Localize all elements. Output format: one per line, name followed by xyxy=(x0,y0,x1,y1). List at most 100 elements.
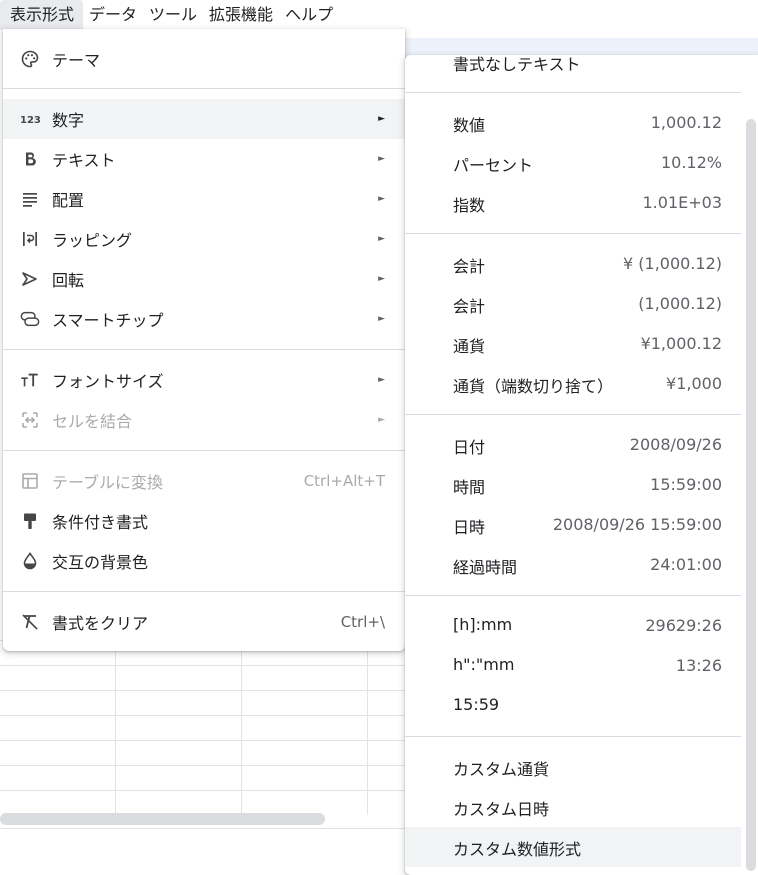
submenu-arrow-icon: ► xyxy=(378,154,385,164)
submenu-divider xyxy=(405,414,741,415)
menu-item-label: テーマ xyxy=(52,51,101,70)
number-123-icon: 123 xyxy=(20,109,40,129)
menu-data[interactable]: データ xyxy=(83,0,143,30)
menu-item-shortcut: Ctrl+Alt+T xyxy=(303,472,385,490)
submenu-item-time[interactable]: 時間 15:59:00 xyxy=(405,465,741,505)
palette-icon xyxy=(20,49,40,69)
submenu-item-label: 時間 xyxy=(453,478,486,497)
submenu-item-example: ¥1,000.12 xyxy=(640,334,722,353)
submenu-item-time-short[interactable]: 15:59 xyxy=(405,686,741,726)
submenu-item-plain-text[interactable]: 書式なしテキスト xyxy=(405,55,741,82)
menu-item-number[interactable]: 123 数字 ► xyxy=(3,99,405,139)
submenu-item-currency-rounded[interactable]: 通貨（端数切り捨て） ¥1,000 xyxy=(405,364,741,404)
submenu-item-label: カスタム通貨 xyxy=(453,760,550,779)
submenu-item-hours-minutes[interactable]: [h]:mm 29629:26 xyxy=(405,606,741,646)
menu-item-font-size[interactable]: フォントサイズ ► xyxy=(3,360,405,400)
submenu-item-label: パーセント xyxy=(453,156,534,175)
menu-tools[interactable]: ツール xyxy=(143,0,203,30)
menu-divider xyxy=(3,591,405,592)
menu-item-label: ラッピング xyxy=(52,231,133,250)
submenu-scrollbar[interactable] xyxy=(746,119,756,871)
submenu-item-financial[interactable]: 会計 (1,000.12) xyxy=(405,284,741,324)
submenu-item-example: 29629:26 xyxy=(645,616,722,635)
submenu-item-number[interactable]: 数値 1,000.12 xyxy=(405,103,741,143)
submenu-item-currency[interactable]: 通貨 ¥1,000.12 xyxy=(405,324,741,364)
clear-format-icon xyxy=(20,612,40,632)
text-rotate-icon xyxy=(20,269,40,289)
submenu-item-label: 経過時間 xyxy=(453,558,518,577)
submenu-item-percent[interactable]: パーセント 10.12% xyxy=(405,143,741,183)
submenu-arrow-icon: ► xyxy=(378,314,385,324)
submenu-item-datetime[interactable]: 日時 2008/09/26 15:59:00 xyxy=(405,505,741,545)
submenu-item-scientific[interactable]: 指数 1.01E+03 xyxy=(405,183,741,223)
submenu-item-label: 日付 xyxy=(453,438,486,457)
menu-item-rotation[interactable]: 回転 ► xyxy=(3,259,405,299)
menu-item-smart-chips[interactable]: スマートチップ ► xyxy=(3,299,405,339)
menu-format[interactable]: 表示形式 xyxy=(0,0,84,30)
submenu-item-custom-datetime[interactable]: カスタム日時 xyxy=(405,787,741,827)
submenu-item-label: 指数 xyxy=(453,196,486,215)
submenu-item-label: 15:59 xyxy=(453,695,500,714)
submenu-item-label: h":"mm xyxy=(453,655,515,674)
menu-item-label: 数字 xyxy=(52,111,85,130)
menu-item-alignment[interactable]: 配置 ► xyxy=(3,179,405,219)
submenu-item-label: 数値 xyxy=(453,116,486,135)
submenu-divider xyxy=(405,736,741,737)
bold-icon xyxy=(20,149,40,169)
submenu-item-duration[interactable]: 経過時間 24:01:00 xyxy=(405,545,741,585)
submenu-item-accounting[interactable]: 会計 ¥ (1,000.12) xyxy=(405,244,741,284)
menu-item-label: 回転 xyxy=(52,271,85,290)
submenu-item-label: カスタム日時 xyxy=(453,800,550,819)
submenu-item-example: ¥ (1,000.12) xyxy=(623,254,722,273)
submenu-item-hour-minute-literal[interactable]: h":"mm 13:26 xyxy=(405,646,741,686)
submenu-item-example: 1.01E+03 xyxy=(642,193,723,212)
paint-roller-icon xyxy=(20,511,40,531)
format-menu: テーマ 123 数字 ► テキスト ► 配置 ► ラッピング ► 回転 ► スマ… xyxy=(3,29,405,651)
submenu-item-example: ¥1,000 xyxy=(666,374,722,393)
menu-divider xyxy=(3,450,405,451)
submenu-item-label: 通貨 xyxy=(453,337,486,356)
menu-item-label: フォントサイズ xyxy=(52,372,164,391)
submenu-item-label: 会計 xyxy=(453,297,486,316)
submenu-divider xyxy=(405,233,741,234)
submenu-divider xyxy=(405,92,741,93)
submenu-arrow-icon: ► xyxy=(378,194,385,204)
submenu-item-label: [h]:mm xyxy=(453,615,513,634)
horizontal-scrollbar[interactable] xyxy=(0,813,325,825)
menu-item-wrapping[interactable]: ラッピング ► xyxy=(3,219,405,259)
submenu-item-label: 通貨（端数切り捨て） xyxy=(453,377,614,396)
submenu-item-example: 24:01:00 xyxy=(650,555,722,574)
svg-text:123: 123 xyxy=(20,115,40,126)
submenu-item-custom-number-format[interactable]: カスタム数値形式 xyxy=(405,827,741,867)
font-size-icon xyxy=(20,370,40,390)
menu-item-label: 書式をクリア xyxy=(52,614,149,633)
submenu-item-example: 10.12% xyxy=(660,153,722,172)
spreadsheet-app: 表示形式 データ ツール 拡張機能 ヘルプ テーマ 123 数字 ► テキスト … xyxy=(0,0,758,875)
menu-item-label: セルを結合 xyxy=(52,412,133,431)
text-wrap-icon xyxy=(20,229,40,249)
submenu-item-example: (1,000.12) xyxy=(638,294,722,313)
menubar: 表示形式 データ ツール 拡張機能 ヘルプ xyxy=(0,0,758,30)
submenu-item-example: 1,000.12 xyxy=(650,113,722,132)
menu-extensions[interactable]: 拡張機能 xyxy=(203,0,279,30)
submenu-arrow-icon: ► xyxy=(378,274,385,284)
submenu-item-label: カスタム数値形式 xyxy=(453,840,582,859)
submenu-item-date[interactable]: 日付 2008/09/26 xyxy=(405,425,741,465)
submenu-divider xyxy=(405,595,741,596)
menu-item-theme[interactable]: テーマ xyxy=(3,39,405,79)
submenu-item-example: 15:59:00 xyxy=(650,475,722,494)
menu-item-shortcut: Ctrl+\ xyxy=(340,613,385,631)
menu-item-label: テーブルに変換 xyxy=(52,473,164,492)
submenu-item-example: 2008/09/26 xyxy=(629,435,722,454)
submenu-item-custom-currency[interactable]: カスタム通貨 xyxy=(405,747,741,787)
menu-item-text[interactable]: テキスト ► xyxy=(3,139,405,179)
menu-item-label: スマートチップ xyxy=(52,311,164,330)
menu-item-clear-formatting[interactable]: 書式をクリア Ctrl+\ xyxy=(3,602,405,642)
submenu-arrow-icon: ► xyxy=(378,415,385,425)
submenu-item-example: 2008/09/26 15:59:00 xyxy=(552,515,722,534)
submenu-item-label: 書式なしテキスト xyxy=(453,55,581,74)
menu-help[interactable]: ヘルプ xyxy=(279,0,339,30)
menu-item-alternating-colors[interactable]: 交互の背景色 xyxy=(3,541,405,581)
menu-item-conditional-formatting[interactable]: 条件付き書式 xyxy=(3,501,405,541)
cell-grid[interactable] xyxy=(0,640,420,815)
